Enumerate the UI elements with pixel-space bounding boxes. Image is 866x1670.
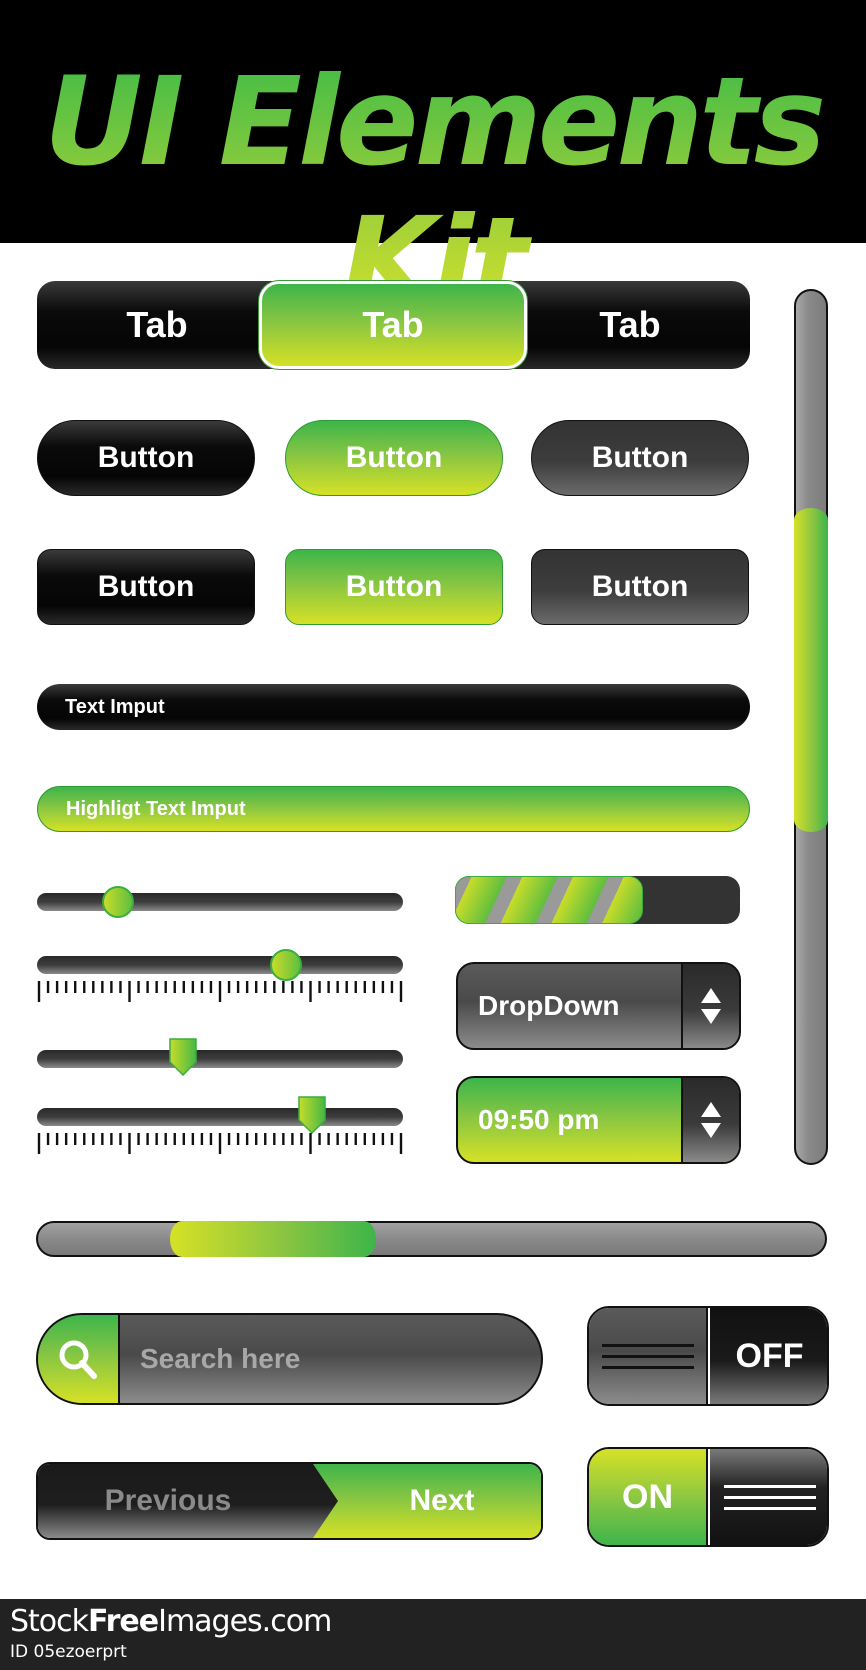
text-input[interactable]: Text Imput: [37, 684, 750, 730]
pill-button-dark[interactable]: Button: [531, 420, 749, 496]
slider-knob[interactable]: [269, 949, 302, 981]
toggle-switch-on[interactable]: ON: [587, 1447, 829, 1547]
search-input[interactable]: Search here: [120, 1315, 541, 1403]
tab-2-active[interactable]: Tab: [259, 281, 527, 369]
slider-knob[interactable]: [101, 886, 134, 918]
search-button[interactable]: [38, 1315, 120, 1403]
slider-ruler: [37, 981, 403, 1002]
brand-watermark: StockFreeImages.com: [10, 1604, 332, 1639]
pill-button-black[interactable]: Button: [37, 420, 255, 496]
slider-track[interactable]: [37, 1050, 403, 1068]
time-picker[interactable]: 09:50 pm: [456, 1076, 741, 1164]
vertical-scrollbar-thumb[interactable]: [794, 508, 828, 833]
dropdown-value: DropDown: [478, 990, 620, 1021]
slider-track[interactable]: [37, 893, 403, 911]
brand-suffix: Images.com: [158, 1604, 332, 1639]
slider-track[interactable]: [37, 956, 403, 974]
search-bar: Search here: [36, 1313, 543, 1405]
dropdown-stepper-button[interactable]: [681, 964, 739, 1048]
previous-button[interactable]: Previous: [38, 1464, 338, 1538]
rounded-button-dark[interactable]: Button: [531, 549, 749, 625]
slider-arrow-knob[interactable]: [297, 1096, 326, 1134]
toggle-handle[interactable]: [589, 1308, 708, 1404]
grip-lines-icon: [723, 1484, 816, 1510]
dropdown[interactable]: DropDown: [456, 962, 741, 1050]
highlight-text-input[interactable]: Highligt Text Imput: [37, 786, 750, 832]
toggle-handle[interactable]: [710, 1449, 827, 1545]
slider-ruler: [37, 1133, 403, 1154]
up-down-arrows-icon: [701, 988, 721, 1024]
slider-arrow-knob[interactable]: [169, 1038, 198, 1076]
time-stepper-button[interactable]: [681, 1078, 739, 1162]
up-down-arrows-icon: [701, 1102, 721, 1138]
slider-track[interactable]: [37, 1108, 403, 1126]
progress-fill: [455, 876, 644, 924]
time-picker-value: 09:50 pm: [478, 1104, 600, 1135]
horizontal-scrollbar-thumb[interactable]: [170, 1221, 377, 1257]
horizontal-scrollbar[interactable]: [36, 1221, 827, 1257]
toggle-switch-off[interactable]: OFF: [587, 1306, 829, 1406]
grip-lines-icon: [601, 1343, 694, 1369]
rounded-button-black[interactable]: Button: [37, 549, 255, 625]
rounded-button-green[interactable]: Button: [285, 549, 503, 625]
brand-prefix: Stock: [10, 1604, 89, 1639]
tab-1[interactable]: Tab: [37, 281, 277, 369]
toggle-on-label: ON: [589, 1449, 708, 1545]
image-id: ID 05ezoerprt: [10, 1642, 127, 1662]
brand-bold: Free: [88, 1604, 159, 1639]
search-icon: [59, 1340, 97, 1379]
toggle-off-label: OFF: [710, 1308, 827, 1404]
tab-3[interactable]: Tab: [510, 281, 750, 369]
pagination: Next Previous: [36, 1462, 543, 1540]
pill-button-green[interactable]: Button: [285, 420, 503, 496]
